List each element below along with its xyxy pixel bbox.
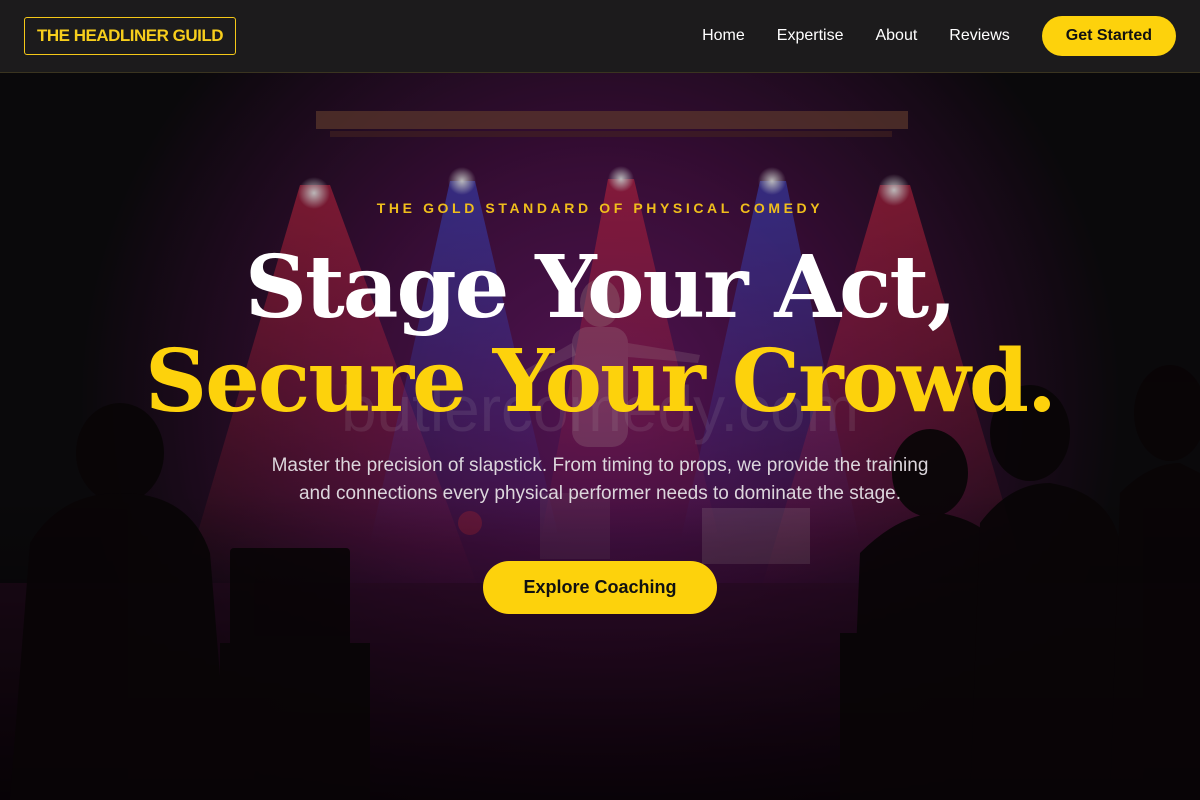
nav-link-expertise[interactable]: Expertise	[777, 27, 844, 45]
main-nav: Home Expertise About Reviews Get Started	[702, 16, 1176, 56]
nav-link-home[interactable]: Home	[702, 27, 745, 45]
site-header: THE HEADLINER GUILD Home Expertise About…	[0, 0, 1200, 73]
get-started-button[interactable]: Get Started	[1041, 16, 1176, 56]
hero-section: butlercomedy.com THE GOLD STANDARD OF PH…	[0, 73, 1200, 800]
hero-headline-line1: Stage Your Act,	[244, 237, 957, 338]
hero-subtext: Master the precision of slapstick. From …	[271, 455, 929, 504]
site-logo[interactable]: THE HEADLINER GUILD	[24, 17, 236, 55]
hero-eyebrow: THE GOLD STANDARD OF PHYSICAL COMEDY	[376, 200, 824, 216]
nav-link-about[interactable]: About	[875, 27, 917, 45]
hero-headline-line2: Secure Your Crowd.	[145, 331, 1057, 432]
hero-content: THE GOLD STANDARD OF PHYSICAL COMEDY Sta…	[0, 73, 1200, 800]
explore-coaching-button[interactable]: Explore Coaching	[483, 561, 717, 614]
nav-link-reviews[interactable]: Reviews	[949, 27, 1009, 45]
